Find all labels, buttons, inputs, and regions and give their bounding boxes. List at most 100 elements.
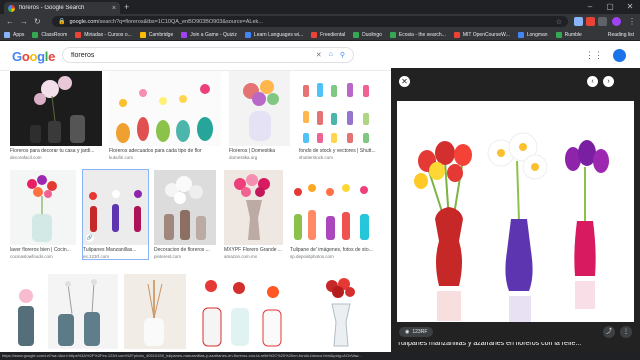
- new-tab-button[interactable]: +: [124, 2, 129, 12]
- bookmark-item[interactable]: Freediental: [311, 31, 346, 38]
- bookmark-label: Cambridge: [148, 31, 174, 38]
- source-badge[interactable]: ◉ 123RF: [399, 327, 434, 337]
- result-image: [290, 170, 382, 245]
- bookmark-item[interactable]: MIT OpenCourseW...: [453, 31, 510, 38]
- result-item[interactable]: fondo de stock y vectores | Shutt... shu…: [299, 71, 379, 160]
- result-image: [224, 170, 283, 245]
- google-favicon-icon: [8, 4, 15, 12]
- result-item[interactable]: [302, 274, 382, 349]
- result-source: shutterstock.com: [299, 155, 334, 160]
- search-input[interactable]: [71, 51, 316, 59]
- bookmark-label: Ecosia - the search...: [398, 31, 446, 38]
- bookmark-icon: [517, 31, 524, 38]
- result-caption: laver floreros bien | Cocin...: [10, 247, 71, 253]
- bookmark-icon: [75, 31, 82, 38]
- result-image: [10, 170, 76, 245]
- bookmark-icon: [453, 31, 460, 38]
- result-source: amazon.com.mx: [224, 254, 258, 259]
- tab-close-button[interactable]: ×: [112, 5, 116, 12]
- reading-list-button[interactable]: Reading list: [608, 29, 634, 41]
- bookmark-item[interactable]: Duolingo: [353, 31, 382, 38]
- maximize-button[interactable]: ▢: [600, 0, 620, 14]
- result-item[interactable]: Floreros adecuados para cada tipo de flo…: [109, 71, 221, 160]
- camera-icon[interactable]: ⌂: [329, 51, 333, 59]
- minimize-button[interactable]: –: [580, 0, 600, 14]
- profile-avatar[interactable]: [612, 17, 621, 26]
- close-window-button[interactable]: ✕: [620, 0, 640, 14]
- bookmark-item[interactable]: Rumble: [555, 31, 582, 38]
- bookmark-item[interactable]: Longman: [517, 31, 548, 38]
- lock-icon: 🔒: [58, 19, 66, 25]
- result-item[interactable]: [193, 274, 295, 349]
- browser-menu-icon[interactable]: ⋮: [628, 14, 636, 29]
- more-icon[interactable]: ⋮: [620, 326, 632, 338]
- result-source: pinterest.com: [154, 254, 182, 259]
- bookmark-item[interactable]: ClassRoom: [32, 31, 68, 38]
- result-item[interactable]: Tulipane de' imágenes, fotos de sto... s…: [290, 170, 382, 259]
- result-caption: Tulipane de' imágenes, fotos de sto...: [290, 247, 373, 253]
- bookmark-item[interactable]: Cambridge: [139, 31, 174, 38]
- google-logo[interactable]: Google: [12, 49, 55, 64]
- bookmark-item[interactable]: Learn Languages wi...: [244, 31, 304, 38]
- bookmark-label: Learn Languages wi...: [253, 31, 304, 38]
- bookmark-item[interactable]: Join a Game - Quiziz: [181, 31, 237, 38]
- result-source: sp.depositphotos.com: [290, 254, 334, 259]
- bookmark-star-icon[interactable]: ☆: [556, 18, 562, 26]
- close-preview-button[interactable]: ✕: [399, 76, 410, 87]
- result-image: [48, 274, 118, 349]
- bookmark-icon: [353, 31, 360, 38]
- bookmark-item[interactable]: Ecosia - the search...: [389, 31, 446, 38]
- site-icon: ◉: [405, 329, 410, 335]
- result-source: decorafacil.com: [10, 155, 42, 160]
- result-image: [299, 71, 379, 146]
- bookmark-label: Join a Game - Quiziz: [190, 31, 237, 38]
- result-caption: Tulipanes Manzanillas...: [83, 247, 137, 253]
- search-icon[interactable]: ⚲: [340, 51, 345, 59]
- result-caption: fondo de stock y vectores | Shutt...: [299, 148, 376, 154]
- next-image-button[interactable]: ›: [603, 76, 614, 87]
- result-caption: MXYPF Florero Grande ...: [224, 247, 283, 253]
- bookmark-label: Miriadax - Cursos o...: [84, 31, 132, 38]
- result-item[interactable]: [124, 274, 186, 349]
- address-bar[interactable]: 🔒 google.com/search?q=floreros&tbs=1C10Q…: [52, 16, 568, 27]
- result-item[interactable]: [48, 274, 118, 349]
- result-item[interactable]: Floreros | Domestika domestika.org: [229, 71, 290, 160]
- bookmark-label: Rumble: [564, 31, 582, 38]
- extensions-puzzle-icon[interactable]: [598, 17, 607, 26]
- forward-arrow-icon[interactable]: →: [20, 14, 28, 29]
- bookmark-icon: [389, 31, 396, 38]
- result-item[interactable]: Floreros para decorar tu casa y jardi...…: [10, 71, 102, 160]
- result-item-selected[interactable]: 🔗 Tulipanes Manzanillas... es.123rf.com: [82, 169, 149, 260]
- apps-grid-icon[interactable]: ⋮⋮: [585, 50, 603, 61]
- extension-icon[interactable]: [574, 17, 583, 26]
- avatar[interactable]: [613, 49, 626, 62]
- url-text: google.com/search?q=floreros&tbs=1C10QA_…: [69, 18, 263, 25]
- bookmark-label: ClassRoom: [41, 31, 68, 38]
- extension-icon[interactable]: [586, 17, 595, 26]
- share-icon[interactable]: ⤴: [603, 326, 615, 338]
- result-source: es.123rf.com: [83, 254, 110, 259]
- clear-search-icon[interactable]: ✕: [316, 51, 322, 59]
- result-source: cocinaslowfoods.com: [10, 254, 53, 259]
- previous-image-button[interactable]: ‹: [587, 76, 598, 87]
- bookmark-item[interactable]: Miriadax - Cursos o...: [75, 31, 132, 38]
- result-image: [154, 170, 216, 245]
- reload-icon[interactable]: ↻: [34, 14, 41, 29]
- bookmark-label: Freediental: [320, 31, 346, 38]
- bookmark-icon: [32, 31, 39, 38]
- result-item[interactable]: Decoracion de floreros ... pinterest.com: [154, 170, 216, 259]
- tab-title: floreros - Google Search: [19, 5, 85, 11]
- bookmark-icon: [244, 31, 251, 38]
- result-caption: Floreros adecuados para cada tipo de flo…: [109, 148, 202, 154]
- result-item[interactable]: laver floreros bien | Cocin... cocinaslo…: [10, 170, 76, 259]
- result-source: domestika.org: [229, 155, 258, 160]
- browser-tab[interactable]: floreros - Google Search ×: [4, 2, 120, 14]
- preview-image[interactable]: [397, 101, 634, 337]
- preview-actions: ◉ 123RF ⤴ ⋮: [391, 322, 640, 342]
- result-image: 🔗: [83, 170, 148, 245]
- back-arrow-icon[interactable]: ←: [6, 14, 14, 29]
- result-image: [109, 71, 221, 146]
- bookmark-item[interactable]: Apps: [4, 31, 24, 38]
- result-item[interactable]: [10, 274, 44, 349]
- result-item[interactable]: MXYPF Florero Grande ... amazon.com.mx: [224, 170, 283, 259]
